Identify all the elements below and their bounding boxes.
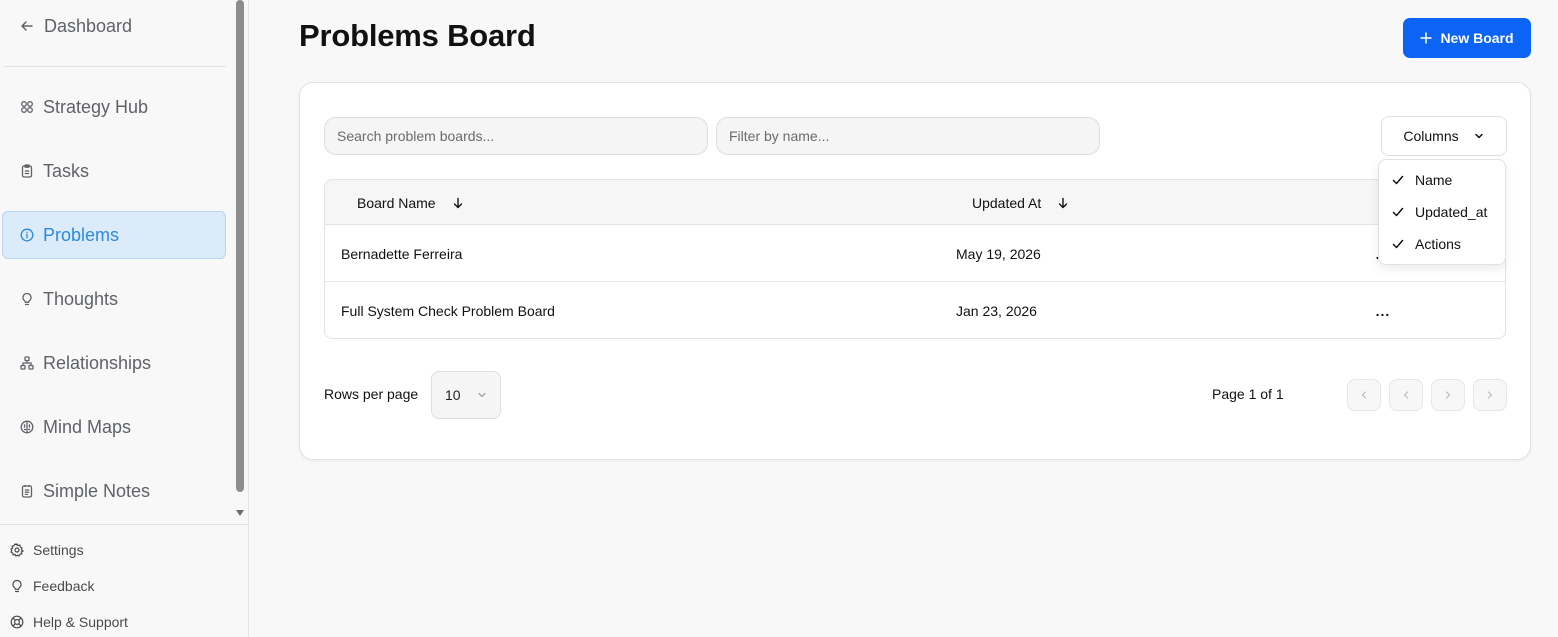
new-board-button[interactable]: New Board xyxy=(1403,18,1531,58)
check-icon xyxy=(1392,175,1404,185)
sidebar-item-label: Tasks xyxy=(43,160,90,181)
boards-table: Board Name Updated At Bernadette Ferreir… xyxy=(324,179,1506,339)
chevrons-right-icon xyxy=(1487,391,1493,399)
column-toggle-label: Actions xyxy=(1415,236,1461,252)
sidebar-item-simple-notes[interactable]: Simple Notes xyxy=(2,467,226,515)
search-input[interactable] xyxy=(324,117,708,155)
sidebar-item-problems[interactable]: Problems xyxy=(2,211,226,259)
info-circle-icon xyxy=(20,228,34,242)
chevron-left-icon xyxy=(1403,391,1409,399)
sidebar-item-label: Strategy Hub xyxy=(43,96,149,117)
network-icon xyxy=(20,356,34,370)
sidebar-nav: Dashboard Strategy Hub Tasks Problems Th… xyxy=(0,0,249,524)
chevron-down-icon xyxy=(477,392,486,398)
plus-icon xyxy=(1420,32,1433,44)
boards-card: Columns Board Name Updated At Bernadette… xyxy=(299,82,1531,460)
brain-icon xyxy=(20,420,34,434)
header-board-name[interactable]: Board Name xyxy=(357,180,464,225)
sidebar-item-strategy-hub[interactable]: Strategy Hub xyxy=(2,83,226,131)
sidebar-item-tasks[interactable]: Tasks xyxy=(2,147,226,195)
sidebar-item-label: Simple Notes xyxy=(43,480,151,501)
column-toggle-label: Updated_at xyxy=(1415,204,1488,220)
help-support-link[interactable]: Help & Support xyxy=(10,610,128,634)
sidebar-footer: Settings Feedback Help & Support xyxy=(0,524,249,637)
columns-button[interactable]: Columns xyxy=(1381,116,1507,156)
columns-menu: Name Updated_at Actions xyxy=(1378,159,1506,265)
header-updated-at-label: Updated At xyxy=(972,194,1042,211)
back-to-dashboard-link[interactable]: Dashboard xyxy=(20,12,132,40)
sidebar-item-label: Problems xyxy=(43,224,120,245)
column-toggle-label: Name xyxy=(1415,172,1453,188)
help-support-label: Help & Support xyxy=(33,614,128,630)
chevrons-left-icon xyxy=(1361,391,1367,399)
board-name-cell: Full System Check Problem Board xyxy=(341,302,555,319)
arrow-left-icon xyxy=(21,21,33,31)
check-icon xyxy=(1392,239,1404,249)
scroll-down-arrow-icon[interactable] xyxy=(236,510,244,516)
notes-icon xyxy=(21,485,33,498)
page-info: Page 1 of 1 xyxy=(1212,386,1284,402)
sidebar-item-thoughts[interactable]: Thoughts xyxy=(2,275,226,323)
next-page-button[interactable] xyxy=(1431,379,1465,411)
sidebar-divider xyxy=(4,66,226,67)
updated-at-cell: May 19, 2026 xyxy=(956,245,1041,262)
column-toggle-updated-at[interactable]: Updated_at xyxy=(1379,196,1507,228)
sidebar-item-label: Relationships xyxy=(43,352,152,373)
columns-label: Columns xyxy=(1403,128,1459,144)
rows-per-page-label: Rows per page xyxy=(324,386,419,402)
back-link-label: Dashboard xyxy=(44,15,133,36)
table-header: Board Name Updated At xyxy=(325,180,1505,225)
gear-icon xyxy=(10,543,24,557)
last-page-button[interactable] xyxy=(1473,379,1507,411)
column-toggle-name[interactable]: Name xyxy=(1379,164,1507,196)
sidebar: Dashboard Strategy Hub Tasks Problems Th… xyxy=(0,0,249,637)
board-name-cell: Bernadette Ferreira xyxy=(341,245,463,262)
arrow-down-icon xyxy=(453,197,462,208)
sidebar-item-relationships[interactable]: Relationships xyxy=(2,339,226,387)
first-page-button[interactable] xyxy=(1347,379,1381,411)
feedback-label: Feedback xyxy=(33,578,95,594)
table-row[interactable]: Full System Check Problem Board Jan 23, … xyxy=(325,282,1505,338)
header-board-name-label: Board Name xyxy=(357,194,436,211)
settings-link[interactable]: Settings xyxy=(10,538,84,562)
arrow-down-icon xyxy=(1059,197,1068,208)
lightbulb-icon xyxy=(22,292,32,306)
clipboard-icon xyxy=(21,164,33,178)
chevron-down-icon xyxy=(1474,133,1483,139)
previous-page-button[interactable] xyxy=(1389,379,1423,411)
row-actions-button[interactable]: ... xyxy=(1369,282,1397,338)
sidebar-scrollbar[interactable] xyxy=(236,0,244,492)
sidebar-item-label: Thoughts xyxy=(43,288,119,309)
feedback-link[interactable]: Feedback xyxy=(10,574,94,598)
header-updated-at[interactable]: Updated At xyxy=(972,180,1069,225)
new-board-label: New Board xyxy=(1440,30,1514,46)
updated-at-cell: Jan 23, 2026 xyxy=(956,302,1037,319)
chevron-right-icon xyxy=(1445,391,1451,399)
lightbulb-icon xyxy=(12,579,22,593)
strategy-icon xyxy=(21,101,33,113)
settings-label: Settings xyxy=(33,542,84,558)
sidebar-item-mind-maps[interactable]: Mind Maps xyxy=(2,403,226,451)
sidebar-item-label: Mind Maps xyxy=(43,416,132,437)
page-title: Problems Board xyxy=(299,18,536,53)
column-toggle-actions[interactable]: Actions xyxy=(1379,228,1507,260)
table-row[interactable]: Bernadette Ferreira May 19, 2026 ... xyxy=(325,225,1505,282)
filter-input[interactable] xyxy=(716,117,1100,155)
check-icon xyxy=(1392,207,1404,217)
rows-per-page-select[interactable]: 10 xyxy=(431,371,501,419)
lifebuoy-icon xyxy=(10,615,24,629)
rows-per-page-value: 10 xyxy=(445,387,461,403)
